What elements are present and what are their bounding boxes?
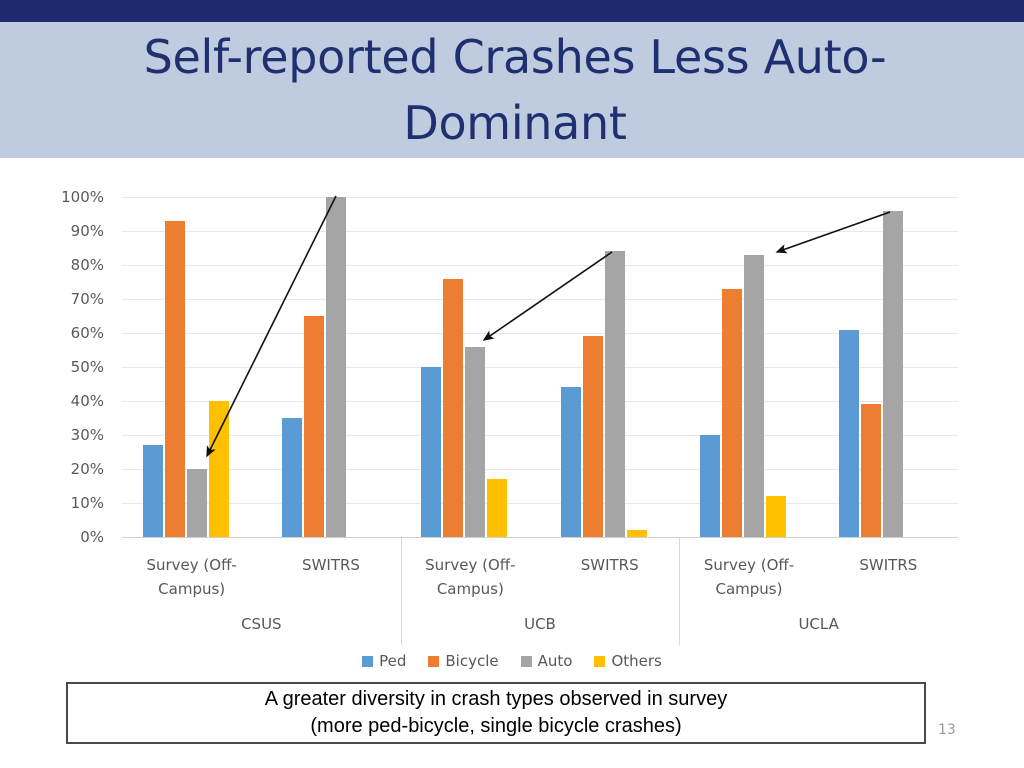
gridline	[122, 469, 958, 470]
group-label-csus: CSUS	[241, 615, 282, 633]
slide-top-accent-bar	[0, 0, 1024, 22]
category-label-line: SWITRS	[302, 556, 360, 574]
bar-csus-survey-auto	[186, 469, 207, 537]
legend-swatch-auto-icon	[520, 655, 532, 667]
category-label-line: Campus)	[436, 580, 504, 598]
bar-ucb-switrs-bicycle	[582, 336, 603, 537]
gridline	[122, 435, 958, 436]
chart-plot-area	[122, 197, 958, 538]
category-label: SWITRS	[819, 553, 958, 577]
category-label-line: Campus)	[158, 580, 226, 598]
group-label-ucla: UCLA	[798, 615, 839, 633]
y-axis-tick-label: 70%	[70, 290, 104, 308]
bar-csus-survey-bicycle	[164, 220, 185, 537]
bar-ucb-switrs-auto	[604, 251, 625, 537]
group-label-ucb: UCB	[524, 615, 556, 633]
y-axis-tick-label: 80%	[70, 256, 104, 274]
page-number: 13	[938, 722, 956, 738]
category-label-line: SWITRS	[859, 556, 918, 574]
gridline	[122, 401, 958, 402]
bar-ucb-survey-ped	[421, 367, 442, 537]
page-title: Self-reported Crashes Less Auto-Dominant	[143, 30, 887, 150]
category-label-line: Survey (Off-	[146, 556, 237, 574]
y-axis-tick-labels: 100% 90% 80% 70% 60% 50% 40% 30% 20% 10% 0%	[40, 188, 114, 546]
category-label-line: Campus)	[715, 580, 783, 598]
category-label: SWITRS	[261, 553, 400, 577]
category-label-line: Survey (Off-	[425, 556, 516, 574]
legend-swatch-ped-icon	[362, 655, 374, 667]
chart-legend: Ped Bicycle Auto Others	[0, 652, 1024, 670]
y-axis-tick-label: 30%	[70, 426, 104, 444]
caption-line-1: A greater diversity in crash types obser…	[264, 688, 728, 710]
bar-ucla-survey-ped	[700, 435, 720, 537]
bar-ucla-survey-others	[766, 496, 786, 537]
category-label: Survey (Off- Campus)	[401, 553, 540, 601]
caption-box: A greater diversity in crash types obser…	[66, 682, 926, 744]
bar-chart: 100% 90% 80% 70% 60% 50% 40% 30% 20% 10% 0% Survey…	[0, 158, 1024, 678]
bar-ucb-survey-bicycle	[443, 278, 464, 537]
y-axis-tick-label: 40%	[70, 392, 104, 410]
bar-csus-survey-ped	[142, 445, 163, 537]
y-axis-tick-label: 10%	[70, 494, 104, 512]
gridline	[122, 299, 958, 300]
legend-label: Auto	[537, 652, 573, 670]
bar-ucla-survey-bicycle	[722, 288, 742, 537]
bar-csus-switrs-auto	[326, 197, 346, 537]
legend-label: Others	[611, 652, 662, 670]
y-axis-tick-label: 90%	[70, 222, 104, 240]
bar-csus-switrs-ped	[282, 418, 302, 537]
gridline	[122, 231, 958, 232]
bar-ucb-survey-auto	[465, 346, 486, 537]
category-axis: Survey (Off- Campus) SWITRS CSUS Survey (Off…	[122, 537, 958, 647]
bar-ucla-switrs-bicycle	[861, 404, 882, 537]
legend-label: Bicycle	[445, 652, 499, 670]
gridline	[122, 333, 958, 334]
gridline	[122, 367, 958, 368]
gridline	[122, 265, 958, 266]
gridline	[122, 503, 958, 504]
caption-line-2: (more ped-bicycle, single bicycle crashe…	[310, 715, 682, 737]
legend-label: Ped	[379, 652, 407, 670]
category-label: Survey (Off- Campus)	[122, 553, 261, 601]
bar-ucb-switrs-others	[626, 530, 647, 537]
legend-swatch-bicycle-icon	[428, 655, 440, 667]
category-label-line: SWITRS	[580, 556, 639, 574]
category-label: Survey (Off- Campus)	[679, 553, 818, 601]
y-axis-tick-label: 0%	[80, 528, 104, 546]
legend-item-ped[interactable]: Ped	[362, 652, 406, 670]
category-label: SWITRS	[540, 553, 679, 577]
bar-csus-switrs-bicycle	[304, 316, 324, 537]
y-axis-tick-label: 50%	[70, 358, 104, 376]
y-axis-tick-label: 100%	[61, 188, 104, 206]
legend-swatch-others-icon	[594, 655, 606, 667]
bar-ucla-survey-auto	[744, 254, 764, 537]
bar-ucla-switrs-ped	[839, 329, 860, 537]
bar-ucla-switrs-auto	[883, 210, 904, 537]
bar-csus-survey-others	[208, 401, 229, 537]
bar-ucb-survey-others	[487, 479, 508, 537]
gridline	[122, 197, 958, 198]
bar-ucb-switrs-ped	[560, 387, 581, 537]
legend-item-bicycle[interactable]: Bicycle	[428, 652, 499, 670]
legend-item-auto[interactable]: Auto	[520, 652, 573, 670]
y-axis-tick-label: 60%	[70, 324, 104, 342]
category-label-line: Survey (Off-	[703, 556, 795, 574]
y-axis-tick-label: 20%	[70, 460, 104, 478]
category-axis-line	[122, 537, 958, 538]
legend-item-others[interactable]: Others	[594, 652, 662, 670]
